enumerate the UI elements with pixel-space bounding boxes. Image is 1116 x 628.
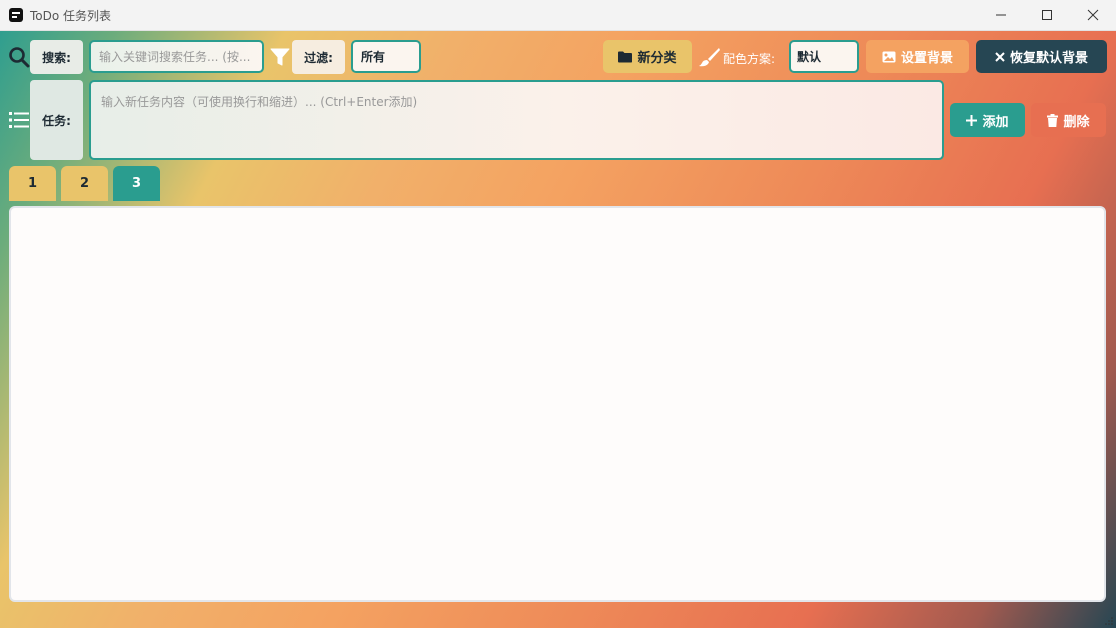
main-panel: 搜索: 输入关键词搜索任务... (按... 过滤: 所有 新分类 配色方案: …: [0, 31, 1116, 628]
new-category-button[interactable]: 新分类: [603, 40, 692, 73]
search-label: 搜索:: [30, 40, 83, 74]
resize-grip-icon[interactable]: [1105, 617, 1113, 625]
app-icon: [9, 8, 23, 22]
task-list-panel[interactable]: [9, 206, 1106, 602]
plus-icon: [966, 114, 978, 126]
brush-icon: [699, 48, 720, 67]
close-window-icon: [1087, 9, 1099, 21]
minimize-icon: [996, 14, 1006, 16]
tab-1[interactable]: 1: [9, 166, 56, 201]
tab-2[interactable]: 2: [61, 166, 108, 201]
folder-icon: [618, 51, 633, 62]
filter-label: 过滤:: [292, 40, 345, 74]
image-icon: [882, 51, 896, 62]
search-input[interactable]: 输入关键词搜索任务... (按...: [89, 40, 264, 73]
maximize-icon: [1042, 10, 1052, 20]
task-label: 任务:: [30, 80, 83, 160]
task-placeholder: 输入新任务内容（可使用换行和缩进）... (Ctrl+Enter添加): [101, 95, 418, 109]
search-placeholder: 输入关键词搜索任务... (按...: [99, 50, 251, 64]
filter-icon[interactable]: [270, 48, 290, 67]
close-icon: [995, 51, 1005, 62]
filter-value: 所有: [361, 50, 386, 64]
title-bar: ToDo 任务列表: [0, 0, 1116, 31]
restore-background-button[interactable]: 恢复默认背景: [976, 40, 1107, 73]
list-icon: [9, 112, 29, 128]
close-window-button[interactable]: [1070, 0, 1116, 31]
filter-select[interactable]: 所有: [351, 40, 421, 73]
add-task-button[interactable]: 添加: [950, 103, 1025, 137]
search-icon: [9, 47, 30, 68]
color-scheme-select[interactable]: 默认: [789, 40, 859, 73]
task-input[interactable]: 输入新任务内容（可使用换行和缩进）... (Ctrl+Enter添加): [89, 80, 944, 160]
set-background-button[interactable]: 设置背景: [866, 40, 969, 73]
color-scheme-label: 配色方案:: [723, 52, 776, 66]
maximize-button[interactable]: [1024, 0, 1070, 31]
trash-icon: [1047, 113, 1059, 127]
window-title: ToDo 任务列表: [30, 9, 112, 23]
minimize-button[interactable]: [978, 0, 1024, 31]
color-scheme-value: 默认: [797, 50, 822, 64]
delete-task-button[interactable]: 删除: [1031, 103, 1106, 137]
tab-3[interactable]: 3: [113, 166, 160, 201]
